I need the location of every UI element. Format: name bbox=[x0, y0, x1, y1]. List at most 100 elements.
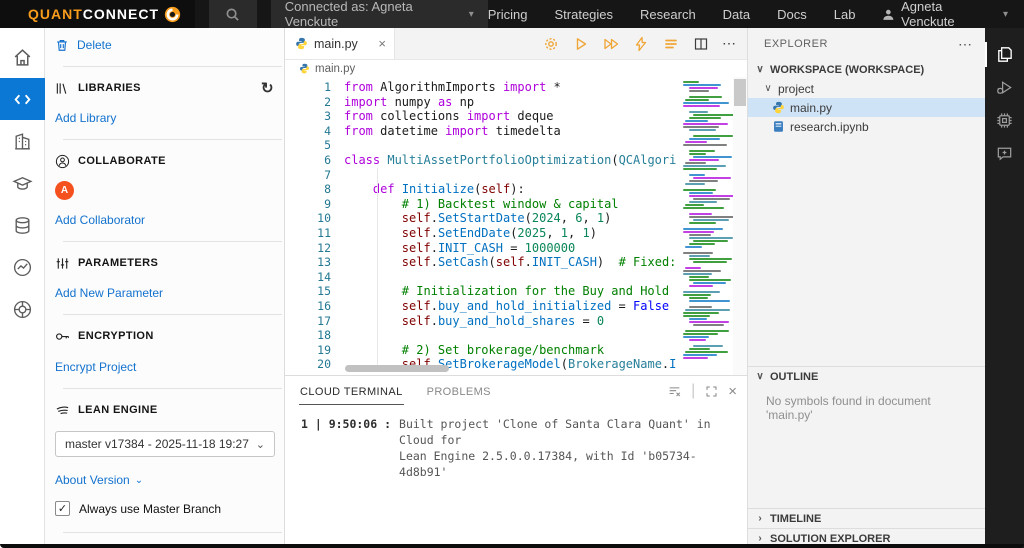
about-version-link[interactable]: About Version bbox=[55, 473, 130, 487]
debug-button[interactable] bbox=[602, 35, 619, 52]
minimap-line bbox=[689, 195, 733, 197]
master-branch-checkbox[interactable]: ✓ bbox=[55, 501, 70, 516]
line-content: # 2) Set brokerage/benchmark bbox=[401, 342, 605, 357]
home-tab[interactable] bbox=[0, 36, 45, 78]
clear-output-icon[interactable] bbox=[668, 385, 681, 398]
quantconnect-logo[interactable]: QUANT CONNECT bbox=[0, 0, 196, 28]
connected-as-dropdown[interactable]: Connected as: Agneta Venckute ▾ bbox=[270, 0, 488, 29]
sliders-icon bbox=[56, 257, 69, 269]
workspace-label: WORKSPACE (WORKSPACE) bbox=[770, 63, 925, 76]
minimap-line bbox=[683, 249, 730, 251]
master-branch-label: Always use Master Branch bbox=[79, 501, 222, 516]
timeline-section-header[interactable]: › TIMELINE bbox=[748, 509, 985, 528]
search-button[interactable] bbox=[209, 0, 257, 28]
divider: | bbox=[691, 382, 696, 399]
outline-empty-message: No symbols found in document 'main.py' bbox=[766, 394, 931, 422]
horizontal-scrollbar[interactable] bbox=[345, 365, 449, 372]
minimap-line bbox=[685, 141, 707, 143]
lean-version-select[interactable]: master v17384 - 2025-11-18 19:27 ⌄ bbox=[55, 431, 275, 457]
live-trade-button[interactable] bbox=[632, 35, 649, 52]
window-bottom-edge bbox=[0, 544, 1024, 548]
nav-link-strategies[interactable]: Strategies bbox=[554, 7, 613, 22]
line-content: self.SetEndDate(2025, 1, 1) bbox=[401, 225, 597, 240]
minimap-line bbox=[689, 174, 705, 176]
add-library-link[interactable]: Add Library bbox=[55, 111, 116, 125]
line-number: 17 bbox=[317, 313, 331, 328]
chat-view-button[interactable] bbox=[985, 137, 1024, 170]
data-tab[interactable] bbox=[0, 204, 45, 246]
minimap-line bbox=[683, 264, 730, 266]
tab-main-py[interactable]: main.py × bbox=[285, 28, 395, 59]
minimap[interactable] bbox=[677, 77, 733, 375]
minimap-line bbox=[683, 165, 726, 167]
key-icon bbox=[56, 332, 69, 340]
nav-link-lab[interactable]: Lab bbox=[834, 7, 856, 22]
add-collaborator-link[interactable]: Add Collaborator bbox=[55, 213, 145, 227]
line-content bbox=[331, 270, 344, 285]
minimap-line bbox=[683, 225, 730, 227]
breadcrumb[interactable]: main.py bbox=[285, 60, 747, 77]
learning-tab[interactable] bbox=[0, 162, 45, 204]
user-menu[interactable]: Agneta Venckute ▾ bbox=[882, 0, 1008, 29]
organization-tab[interactable] bbox=[0, 120, 45, 162]
run-debug-view-button[interactable] bbox=[985, 71, 1024, 104]
nav-link-pricing[interactable]: Pricing bbox=[488, 7, 528, 22]
more-actions-icon[interactable]: ⋯ bbox=[958, 36, 973, 53]
build-settings-button[interactable] bbox=[542, 35, 559, 52]
encryption-title: ENCRYPTION bbox=[78, 330, 154, 342]
chart-circle-icon bbox=[13, 258, 31, 276]
minimap-line bbox=[689, 213, 712, 215]
vertical-scrollbar[interactable] bbox=[733, 77, 747, 375]
logs-button[interactable] bbox=[662, 35, 679, 52]
line-number: 15 bbox=[317, 284, 331, 299]
minimap-line bbox=[683, 84, 721, 86]
terminal-tools: | × bbox=[668, 382, 737, 400]
refresh-icon[interactable]: ↻ bbox=[261, 81, 274, 96]
support-tab[interactable] bbox=[0, 288, 45, 330]
minimap-line bbox=[683, 123, 728, 125]
divider bbox=[63, 66, 282, 67]
file-main-py[interactable]: main.py bbox=[748, 98, 985, 117]
tab-cloud-terminal[interactable]: CLOUD TERMINAL bbox=[299, 378, 404, 405]
scrollbar-thumb[interactable] bbox=[734, 79, 746, 106]
minimap-line bbox=[683, 291, 720, 293]
log-entry-prefix: 1 | 9:50:06 : bbox=[301, 417, 392, 431]
more-actions-icon[interactable]: ⋯ bbox=[722, 35, 737, 52]
person-circle-icon bbox=[55, 154, 70, 168]
minimap-line bbox=[683, 336, 709, 338]
nav-link-research[interactable]: Research bbox=[640, 7, 696, 22]
explorer-view-button[interactable] bbox=[985, 38, 1024, 71]
close-tab-icon[interactable]: × bbox=[378, 36, 386, 51]
markets-tab[interactable] bbox=[0, 246, 45, 288]
close-panel-icon[interactable]: × bbox=[728, 383, 737, 400]
delete-project-item[interactable]: Delete bbox=[45, 34, 284, 56]
minimap-line bbox=[693, 135, 733, 137]
outline-section-header[interactable]: ∨ OUTLINE bbox=[748, 367, 985, 386]
project-folder[interactable]: ∨ project bbox=[748, 79, 985, 98]
extensions-view-button[interactable] bbox=[985, 104, 1024, 137]
line-number: 19 bbox=[317, 342, 331, 357]
minimap-line bbox=[683, 252, 713, 254]
nav-link-docs[interactable]: Docs bbox=[777, 7, 807, 22]
minimap-line bbox=[689, 216, 733, 218]
minimap-line bbox=[683, 228, 723, 230]
split-editor-button[interactable] bbox=[692, 35, 709, 52]
divider bbox=[63, 241, 282, 242]
bottom-panel: CLOUD TERMINAL PROBLEMS | × 1 | 9:50:06 … bbox=[285, 375, 747, 548]
tab-problems[interactable]: PROBLEMS bbox=[426, 378, 492, 404]
minimap-line bbox=[689, 153, 706, 155]
minimap-line bbox=[693, 114, 733, 116]
maximize-panel-icon[interactable] bbox=[705, 385, 718, 398]
python-file-icon bbox=[296, 37, 307, 50]
encrypt-project-link[interactable]: Encrypt Project bbox=[55, 360, 136, 374]
divider bbox=[63, 139, 282, 140]
add-parameter-link[interactable]: Add New Parameter bbox=[55, 286, 163, 300]
code-editor[interactable]: 1 from AlgorithmImports import * 2 import n… bbox=[285, 77, 747, 375]
workspace-tree-root[interactable]: ∨ WORKSPACE (WORKSPACE) bbox=[748, 60, 985, 79]
collaborator-avatar[interactable]: A bbox=[55, 181, 74, 200]
database-icon bbox=[15, 216, 29, 234]
code-editor-tab[interactable] bbox=[0, 78, 45, 120]
file-research-ipynb[interactable]: research.ipynb bbox=[748, 117, 985, 136]
backtest-button[interactable] bbox=[572, 35, 589, 52]
nav-link-data[interactable]: Data bbox=[723, 7, 750, 22]
